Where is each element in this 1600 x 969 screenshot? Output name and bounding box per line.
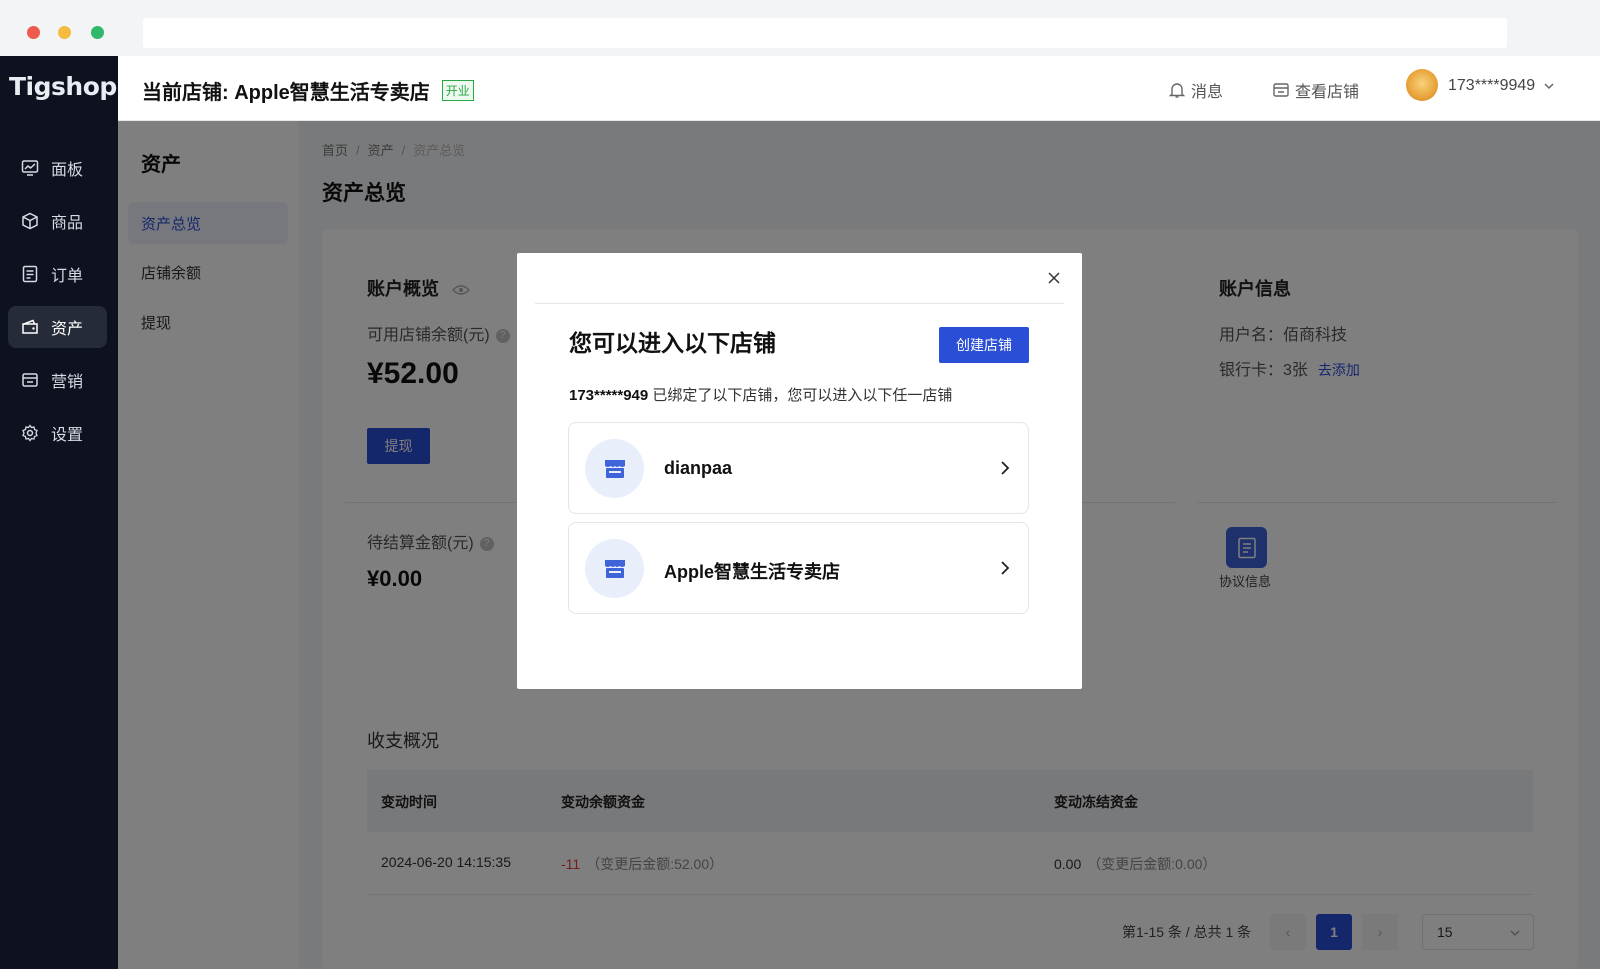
view-store-link[interactable]: 查看店铺: [1272, 78, 1359, 102]
dialog-title: 您可以进入以下店铺: [569, 330, 776, 356]
nav-label: 商品: [51, 215, 84, 232]
chevron-right-icon: [1001, 461, 1010, 475]
shop-option[interactable]: Apple智慧生活专卖店: [568, 522, 1029, 614]
dialog-description: 173*****949 已绑定了以下店铺，您可以进入以下任一店铺: [569, 384, 952, 405]
nav-item-assets[interactable]: 资产: [8, 306, 107, 348]
nav-label: 面板: [51, 162, 84, 179]
chevron-right-icon: [1001, 561, 1010, 575]
messages-link[interactable]: 消息: [1168, 78, 1223, 102]
create-store-button[interactable]: 创建店铺: [939, 327, 1029, 363]
nav-item-orders[interactable]: 订单: [8, 253, 107, 295]
shop-name: Apple智慧生活专卖店: [664, 562, 841, 582]
nav-item-dashboard[interactable]: 面板: [8, 147, 107, 189]
close-icon[interactable]: [1046, 270, 1062, 286]
nav-item-settings[interactable]: 设置: [8, 412, 107, 454]
shop-option[interactable]: dianpaa: [568, 422, 1029, 514]
messages-label: 消息: [1191, 84, 1224, 101]
top-header: 当前店铺: Apple智慧生活专卖店 开业 消息 查看店铺 173****994…: [118, 56, 1600, 121]
store-select-dialog: 您可以进入以下店铺 创建店铺 173*****949 已绑定了以下店铺，您可以进…: [517, 253, 1082, 689]
box-icon: [22, 212, 38, 230]
store-icon: [1273, 83, 1289, 97]
store-icon: [604, 559, 625, 578]
avatar[interactable]: [1406, 69, 1438, 101]
chevron-down-icon: [1544, 83, 1554, 90]
browser-chrome: [0, 0, 1600, 56]
nav-item-products[interactable]: 商品: [8, 200, 107, 242]
window-minimize-dot[interactable]: [58, 26, 71, 39]
shop-icon: [585, 539, 644, 598]
shop-name: dianpaa: [664, 458, 733, 478]
nav-item-marketing[interactable]: 营销: [8, 359, 107, 401]
dashboard-icon: [21, 160, 39, 176]
order-icon: [22, 265, 38, 283]
nav-label: 营销: [51, 374, 84, 391]
current-store-label: 当前店铺: Apple智慧生活专卖店: [142, 82, 430, 104]
view-store-label: 查看店铺: [1295, 84, 1360, 101]
bound-account: 173*****949: [569, 387, 649, 404]
wallet-icon: [22, 319, 38, 334]
gear-icon: [22, 424, 38, 442]
dialog-divider: [535, 303, 1064, 304]
shop-icon: [585, 439, 644, 498]
address-bar[interactable]: [143, 18, 1507, 48]
nav-label: 订单: [51, 268, 84, 285]
app-logo: Tigshop: [9, 72, 117, 101]
nav-label: 资产: [51, 321, 84, 338]
nav-label: 设置: [51, 427, 84, 444]
bell-icon: [1168, 83, 1186, 98]
user-phone: 173****9949: [1448, 77, 1536, 94]
marketing-icon: [22, 373, 38, 387]
dialog-description-text: 已绑定了以下店铺，您可以进入以下任一店铺: [648, 387, 953, 404]
status-badge: 开业: [441, 80, 474, 101]
window-maximize-dot[interactable]: [91, 26, 104, 39]
current-store-title: 当前店铺: Apple智慧生活专卖店 开业: [142, 76, 474, 105]
window-close-dot[interactable]: [27, 26, 40, 39]
app-sidebar: Tigshop 面板 商品 订单 资产 营销 设置: [0, 56, 118, 969]
user-menu[interactable]: 173****9949: [1448, 77, 1555, 95]
store-icon: [604, 459, 625, 478]
